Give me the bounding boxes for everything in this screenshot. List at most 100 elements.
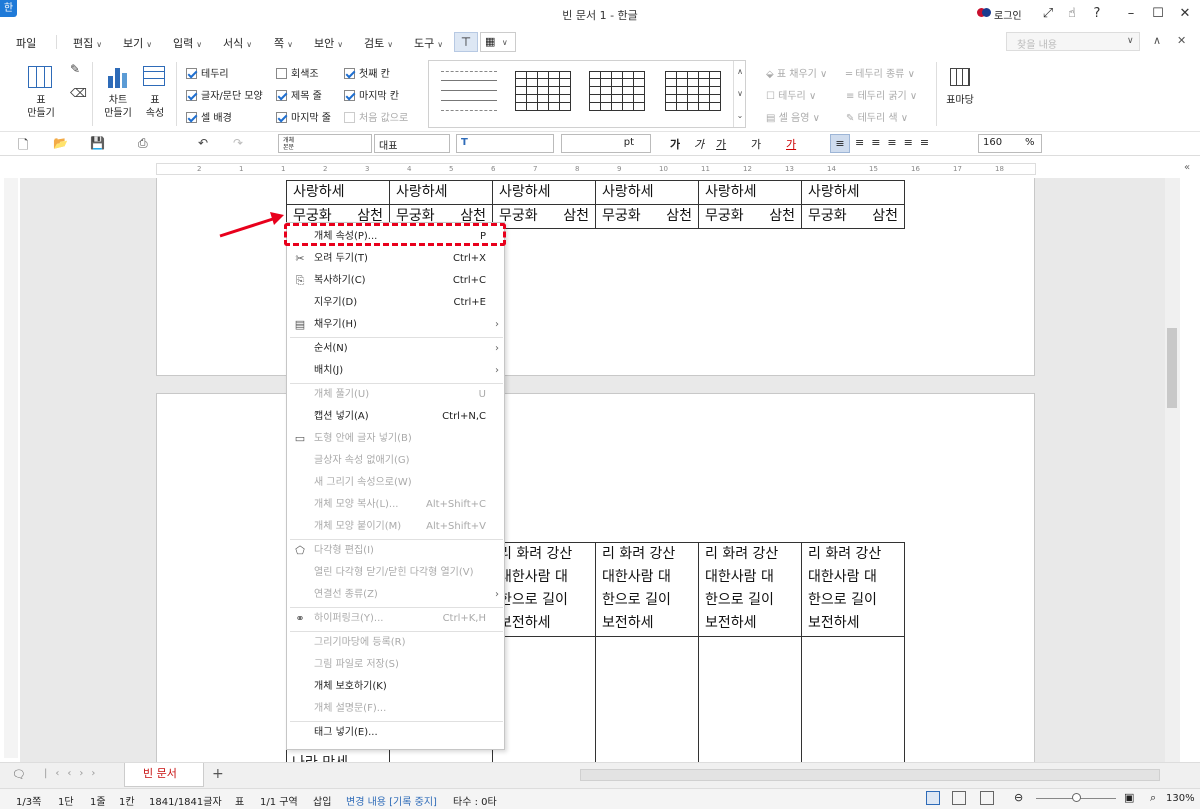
check-char-para[interactable]: 글자/문단 모양 [186,87,263,102]
table-cell[interactable]: 무궁화 삼천 [595,204,699,229]
bold-button[interactable]: 가 [670,136,680,152]
doc-tab[interactable]: 빈 문서 1✕ [124,763,204,802]
menu-edit[interactable]: 편집 ∨ [73,35,102,51]
edit-table-icon[interactable]: ✎ [70,62,80,76]
collapse-ribbon-icon[interactable]: ∧ [1153,34,1161,47]
side-panel-toggle[interactable]: « [1184,162,1190,173]
table-decorate-button[interactable]: 표마당 [942,94,978,107]
cell-shade-button[interactable]: ▤ 셀 음영 ∨ [766,108,827,130]
close-button[interactable]: ✕ [1174,4,1196,24]
context-menu-item[interactable]: 새 그리기 속성으로(W) [287,472,506,494]
menu-review[interactable]: 검토 ∨ [364,35,393,51]
menu-file[interactable]: 파일 [16,35,36,51]
table-cell[interactable]: 사랑하세 [389,180,493,205]
undo-icon[interactable]: ↶ [198,136,208,150]
table-cell[interactable] [492,636,596,767]
border-color-button[interactable]: ✎ 테두리 색 ∨ [846,108,917,130]
table-cell[interactable]: 사랑하세 [801,180,905,205]
maximize-button[interactable]: ☐ [1147,4,1169,24]
table-cell[interactable]: 무궁화 삼천 [801,204,905,229]
table-cell[interactable] [595,636,699,767]
fill-table-button[interactable]: ⬙ 표 채우기 ∨ [766,64,827,86]
style-thumb-2[interactable] [515,71,571,111]
table-cell[interactable]: 무궁화 삼천 [698,204,802,229]
table-cell[interactable] [698,636,802,767]
context-menu-item[interactable]: 순서(N) › [287,338,506,360]
context-menu-item[interactable]: 개체 모양 복사(L)... Alt+Shift+C [287,494,506,516]
check-first-col[interactable]: 첫째 칸 [344,65,390,80]
check-border[interactable]: 테두리 [186,65,229,80]
context-menu-item[interactable]: 열린 다각형 닫기/닫힌 다각형 열기(V) [287,562,506,584]
close-doc-icon[interactable]: ✕ [1177,34,1186,47]
font-select[interactable]: T [456,134,554,153]
zoom-fit-icon[interactable]: ▣ [1124,791,1134,804]
table-tab-icon[interactable]: ⊤ [454,32,478,52]
underline-button[interactable]: 가 [716,136,726,152]
open-folder-icon[interactable]: 📂 [53,136,68,150]
search-dropdown-icon[interactable]: ∨ [1127,36,1134,46]
context-menu-item[interactable]: 개체 풀기(U) U [287,384,506,406]
context-menu-item[interactable]: 그림 파일로 저장(S) [287,654,506,676]
border-width-button[interactable]: ≡ 테두리 굵기 ∨ [846,86,917,108]
context-menu-item[interactable]: 개체 모양 붙이기(M) Alt+Shift+V [287,516,506,538]
table-cell[interactable]: 리 화려 강산대한사람 대한으로 길이보전하세 [801,542,905,637]
context-menu-item[interactable]: 개체 설명문(F)... [287,698,506,720]
check-last-row[interactable]: 마지막 줄 [276,109,331,124]
gallery-scroll[interactable]: ∧ ∨ ⌄ [733,61,746,127]
add-tab-button[interactable]: + [212,766,224,782]
memo-icon[interactable]: 🗨 [12,768,26,781]
redo-icon[interactable]: ↷ [233,136,243,150]
fullscreen-icon[interactable]: ⤢ [1037,4,1059,24]
zoom-search-icon[interactable]: ⌕ [1150,791,1156,805]
help-icon[interactable]: ? [1086,4,1108,24]
context-menu-item[interactable]: ▤ 채우기(H) › [287,314,506,336]
table-cell[interactable]: 사랑하세 [286,180,390,205]
table-cell[interactable]: 리 화려 강산대한사람 대한으로 길이보전하세 [595,542,699,637]
table-cell[interactable]: 사랑하세 [698,180,802,205]
border-type-button[interactable]: ═ 테두리 종류 ∨ [846,64,917,86]
zoom-out-icon[interactable]: ⊖ [1014,791,1023,804]
context-menu-item[interactable]: 배치(J) › [287,360,506,382]
context-menu-item[interactable]: 캡션 넣기(A) Ctrl+N,C [287,406,506,428]
chart-make-button[interactable]: 차트 만들기 [97,94,139,120]
context-menu-item[interactable]: 그리기마당에 등록(R) [287,632,506,654]
view-fullscreen-icon[interactable] [980,791,994,805]
italic-button[interactable]: 가 [694,136,704,152]
context-menu-item[interactable]: 태그 넣기(E)... [287,722,506,744]
context-menu-item[interactable]: ⬠ 다각형 편집(I) [287,540,506,562]
menu-security[interactable]: 보안 ∨ [314,35,343,51]
search-input[interactable]: 찾을 내용 [1006,32,1140,51]
status-insert-mode[interactable]: 삽입 [313,793,331,808]
context-menu-item[interactable]: ✂ 오려 두기(T) Ctrl+X [287,248,506,270]
align-justify-button[interactable]: ≡ [830,134,850,153]
context-menu-item[interactable]: ⎘ 복사하기(C) Ctrl+C [287,270,506,292]
strike-button[interactable]: 가 [751,136,761,152]
style-box[interactable]: 개체 본문 [278,134,372,153]
zoom-input[interactable]: 160% [978,134,1042,153]
context-menu-item[interactable]: 연결선 종류(Z) › [287,584,506,606]
vertical-scrollbar[interactable] [1165,178,1180,762]
table-make-button[interactable]: 표 만들기 [18,94,64,120]
font-color-button[interactable]: 가 [786,136,796,152]
menu-page[interactable]: 쪽 ∨ [274,35,293,51]
context-menu-item[interactable]: ⚭ 하이퍼링크(Y)... Ctrl+K,H [287,608,506,630]
align-buttons[interactable]: ≡ ≡ ≡ ≡ ≡ [855,136,929,150]
touch-mode-icon[interactable]: ☝ [1061,4,1083,24]
table-cell[interactable]: 사랑하세 [595,180,699,205]
eraser-icon[interactable]: ⌫ [70,86,87,100]
context-menu-item[interactable]: 지우기(D) Ctrl+E [287,292,506,314]
context-menu-item[interactable]: 개체 보호하기(K) [287,676,506,698]
style-thumb-3[interactable] [589,71,645,111]
check-title-row[interactable]: 제목 줄 [276,87,322,102]
tab-nav-icons[interactable]: |‹‹›› [44,768,103,779]
vertical-ruler[interactable] [4,178,18,758]
scroll-thumb[interactable] [1167,328,1177,408]
minimize-button[interactable]: – [1120,4,1142,24]
menu-insert[interactable]: 입력 ∨ [173,35,202,51]
print-icon[interactable]: ⎙ [138,136,148,151]
context-menu-item[interactable]: 글상자 속성 없애기(G) [287,450,506,472]
check-cell-bg[interactable]: 셀 배경 [186,109,232,124]
table-cell[interactable]: 리 화려 강산대한사람 대한으로 길이보전하세 [492,542,596,637]
paragraph-style-select[interactable]: 대표 [374,134,450,153]
horizontal-scrollbar[interactable] [580,769,1160,781]
